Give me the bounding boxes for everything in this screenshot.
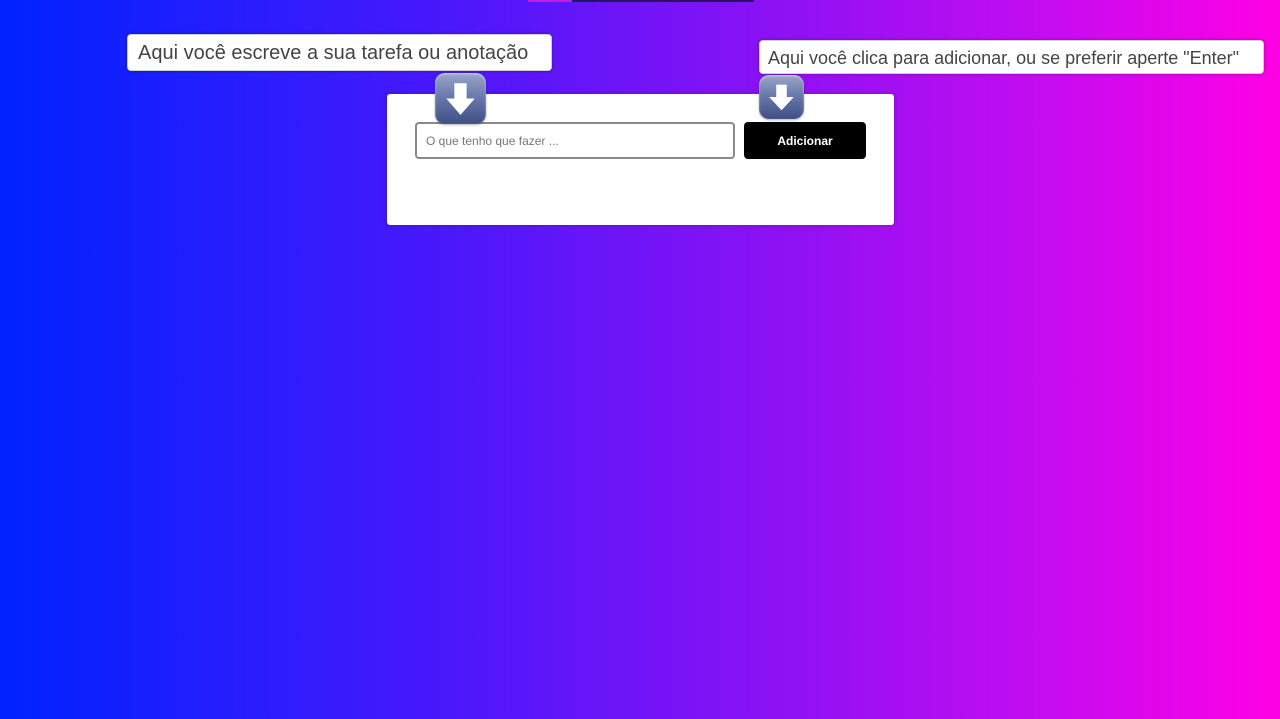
top-strip-accent <box>528 0 572 2</box>
top-decoration-strip <box>528 0 754 2</box>
button-hint-tooltip: Aqui você clica para adicionar, ou se pr… <box>759 40 1264 74</box>
input-hint-tooltip: Aqui você escreve a sua tarefa ou anotaç… <box>127 34 552 71</box>
arrow-down-icon <box>435 73 486 124</box>
top-strip-bar <box>572 0 754 2</box>
task-input[interactable] <box>415 122 735 159</box>
arrow-down-icon <box>759 75 804 119</box>
add-button[interactable]: Adicionar <box>744 122 866 159</box>
